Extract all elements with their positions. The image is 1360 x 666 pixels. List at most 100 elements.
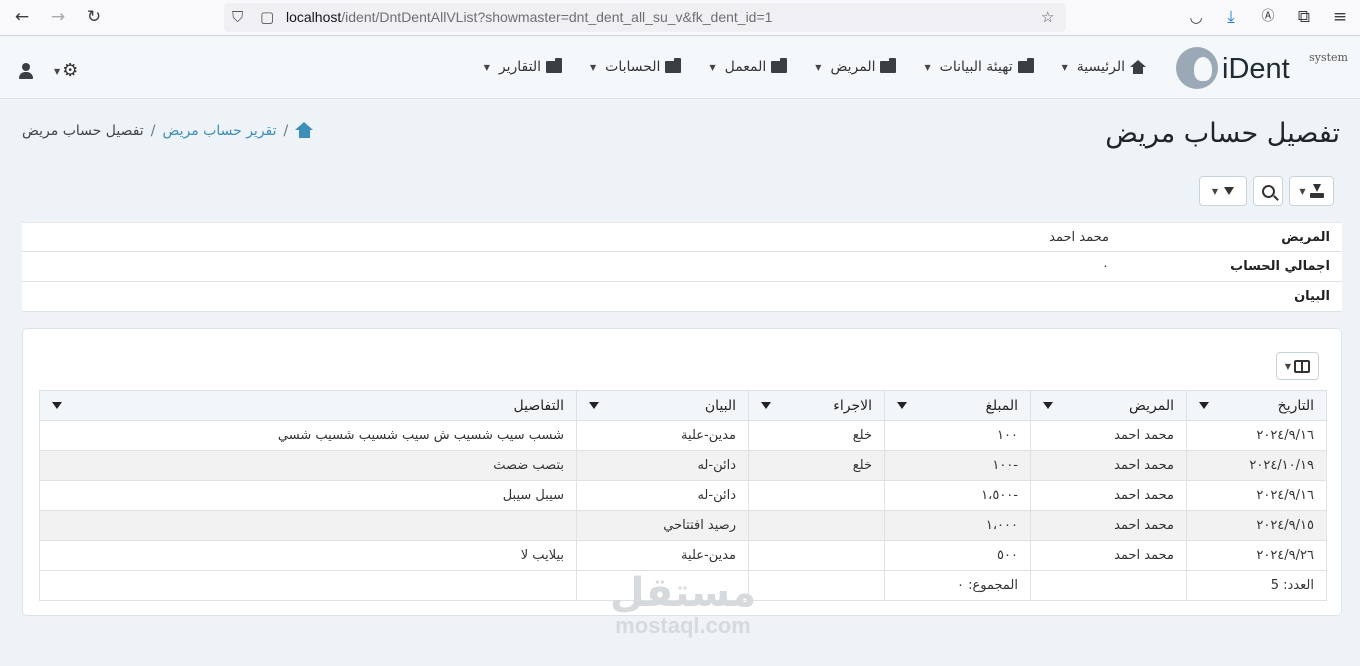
filter-caret-icon <box>897 402 907 409</box>
table-row[interactable]: ٢٠٢٤/٩/٢٦ محمد احمد ٥٠٠ مدين-علية بيلايب… <box>39 540 1327 571</box>
cell-amount: -١٠٠ <box>884 450 1031 481</box>
chevron-down-icon: ▼ <box>1211 186 1219 196</box>
home-icon[interactable] <box>295 122 314 139</box>
logo-text: iDent <box>1222 53 1290 85</box>
detail-table: التاريخ المريض المبلغ الاجراء البيان الت… <box>39 390 1327 601</box>
cell-patient: محمد احمد <box>1030 450 1187 481</box>
cell-date: ٢٠٢٤/٩/٢٦ <box>1186 540 1327 571</box>
nav-item-reports[interactable]: التقارير ▼ <box>483 58 562 75</box>
master-row-statement: البيان <box>22 282 1342 312</box>
pocket-icon[interactable]: ◡ <box>1184 6 1208 28</box>
column-visibility-button[interactable]: ▼ <box>1276 352 1319 380</box>
back-arrow-icon[interactable]: ← <box>10 6 34 28</box>
footer-empty-cell <box>576 570 749 601</box>
cell-statement: دائن-له <box>576 450 749 481</box>
browser-toolbar: ← → ↻ ⛉ ▢ localhost/ident/DntDentAllVLis… <box>0 0 1360 36</box>
shield-icon: ⛉ <box>232 8 244 26</box>
cell-details: شسب سيب شسيب ش سيب شسيب شسيب شسي <box>39 420 577 451</box>
footer-empty-cell <box>39 570 577 601</box>
columns-icon <box>1294 359 1311 373</box>
column-header-date[interactable]: التاريخ <box>1186 390 1327 421</box>
cell-patient: محمد احمد <box>1030 540 1187 571</box>
cell-patient: محمد احمد <box>1030 420 1187 451</box>
menu-icon[interactable]: ≡ <box>1328 6 1352 28</box>
forward-arrow-icon[interactable]: → <box>46 6 70 28</box>
settings-menu[interactable]: ▼ ⚙ <box>54 62 78 80</box>
address-bar[interactable]: ⛉ ▢ localhost/ident/DntDentAllVList?show… <box>224 3 1066 32</box>
table-row[interactable]: ٢٠٢٤/٩/١٥ محمد احمد ١،٠٠٠ رصيد افتتاحي <box>39 510 1327 541</box>
cell-procedure <box>748 480 885 511</box>
breadcrumb-separator: / <box>150 122 156 139</box>
filter-button[interactable]: ▼ <box>1199 176 1247 206</box>
column-header-amount[interactable]: المبلغ <box>884 390 1031 421</box>
field-label: البيان <box>1294 289 1330 304</box>
table-row[interactable]: ٢٠٢٤/٩/١٦ محمد احمد ١٠٠ خلع مدين-علية شس… <box>39 420 1327 451</box>
field-label: اجمالي الحساب <box>1230 259 1330 274</box>
chevron-down-icon: ▼ <box>709 62 716 72</box>
nav-label: الحسابات <box>605 59 661 75</box>
footer-empty-cell <box>1030 570 1187 601</box>
nav-item-home[interactable]: الرئيسية ▼ <box>1062 59 1146 75</box>
chevron-down-icon: ▼ <box>924 62 931 72</box>
footer-count: العدد: 5 <box>1186 570 1327 601</box>
nav-item-patient[interactable]: المريض ▼ <box>815 58 897 75</box>
cell-procedure <box>748 510 885 541</box>
folder-icon <box>880 58 897 73</box>
breadcrumb-parent-link[interactable]: تقرير حساب مريض <box>162 123 276 139</box>
cell-amount: -١،٥٠٠ <box>884 480 1031 511</box>
cell-amount: ٥٠٠ <box>884 540 1031 571</box>
cell-procedure: خلع <box>748 420 885 451</box>
reload-icon[interactable]: ↻ <box>82 6 106 28</box>
breadcrumb-separator: / <box>283 122 289 139</box>
ident-logo[interactable]: iDent system <box>1176 45 1348 91</box>
bookmark-star-icon[interactable]: ☆ <box>1041 8 1054 26</box>
column-header-details[interactable]: التفاصيل <box>39 390 577 421</box>
downloads-icon[interactable]: ⤓ <box>1219 6 1243 28</box>
url-text: localhost/ident/DntDentAllVList?showmast… <box>286 9 773 25</box>
app-navbar: iDent system الرئيسية ▼ تهيئة البيانات ▼… <box>0 37 1360 99</box>
cell-date: ٢٠٢٤/٩/١٥ <box>1186 510 1327 541</box>
chevron-down-icon: ▼ <box>483 62 490 72</box>
logo-subtext: system <box>1309 51 1348 64</box>
list-toolbar: ▼ ▼ <box>1199 176 1334 206</box>
breadcrumb-current: تفصيل حساب مريض <box>22 122 144 139</box>
master-record: المريض محمد احمد اجمالي الحساب ٠ البيان <box>22 222 1342 312</box>
watermark-latin: mostaql.com <box>615 613 751 638</box>
extensions-icon[interactable]: ⧉ <box>1292 6 1316 28</box>
filter-caret-icon <box>761 402 771 409</box>
table-row[interactable]: ٢٠٢٤/١٠/١٩ محمد احمد -١٠٠ خلع دائن-له بت… <box>39 450 1327 481</box>
cell-statement: رصيد افتتاحي <box>576 510 749 541</box>
folder-icon <box>665 58 682 73</box>
tooth-logo-icon <box>1176 47 1218 89</box>
field-value: محمد احمد <box>1049 230 1109 245</box>
page-icon: ▢ <box>260 8 275 26</box>
cell-statement: دائن-له <box>576 480 749 511</box>
footer-empty-cell <box>748 570 885 601</box>
filter-caret-icon <box>1199 402 1209 409</box>
export-button[interactable]: ▼ <box>1289 176 1334 206</box>
filter-caret-icon <box>52 402 62 409</box>
search-button[interactable] <box>1253 176 1283 206</box>
table-row[interactable]: ٢٠٢٤/٩/١٦ محمد احمد -١،٥٠٠ دائن-له سيبل … <box>39 480 1327 511</box>
cell-date: ٢٠٢٤/٩/١٦ <box>1186 420 1327 451</box>
cell-amount: ١،٠٠٠ <box>884 510 1031 541</box>
cell-patient: محمد احمد <box>1030 510 1187 541</box>
page-title: تفصيل حساب مريض <box>1105 118 1340 149</box>
field-label: المريض <box>1281 230 1330 245</box>
column-header-procedure[interactable]: الاجراء <box>748 390 885 421</box>
cell-details <box>39 510 577 541</box>
cell-statement: مدين-علية <box>576 540 749 571</box>
nav-item-data-setup[interactable]: تهيئة البيانات ▼ <box>924 58 1034 75</box>
nav-item-accounts[interactable]: الحسابات ▼ <box>590 58 682 75</box>
column-header-statement[interactable]: البيان <box>576 390 749 421</box>
field-value: ٠ <box>1102 259 1109 274</box>
filter-caret-icon <box>1043 402 1053 409</box>
account-icon[interactable]: Ⓐ <box>1256 6 1280 28</box>
column-header-patient[interactable]: المريض <box>1030 390 1187 421</box>
table-header-row: التاريخ المريض المبلغ الاجراء البيان الت… <box>39 390 1327 421</box>
chevron-down-icon: ▼ <box>1299 186 1306 196</box>
nav-item-lab[interactable]: المعمل ▼ <box>709 58 788 75</box>
folder-icon <box>1017 58 1034 73</box>
grid-card: ▼ التاريخ المريض المبلغ الاجراء البيان ا… <box>22 328 1342 616</box>
user-icon[interactable] <box>18 63 34 79</box>
